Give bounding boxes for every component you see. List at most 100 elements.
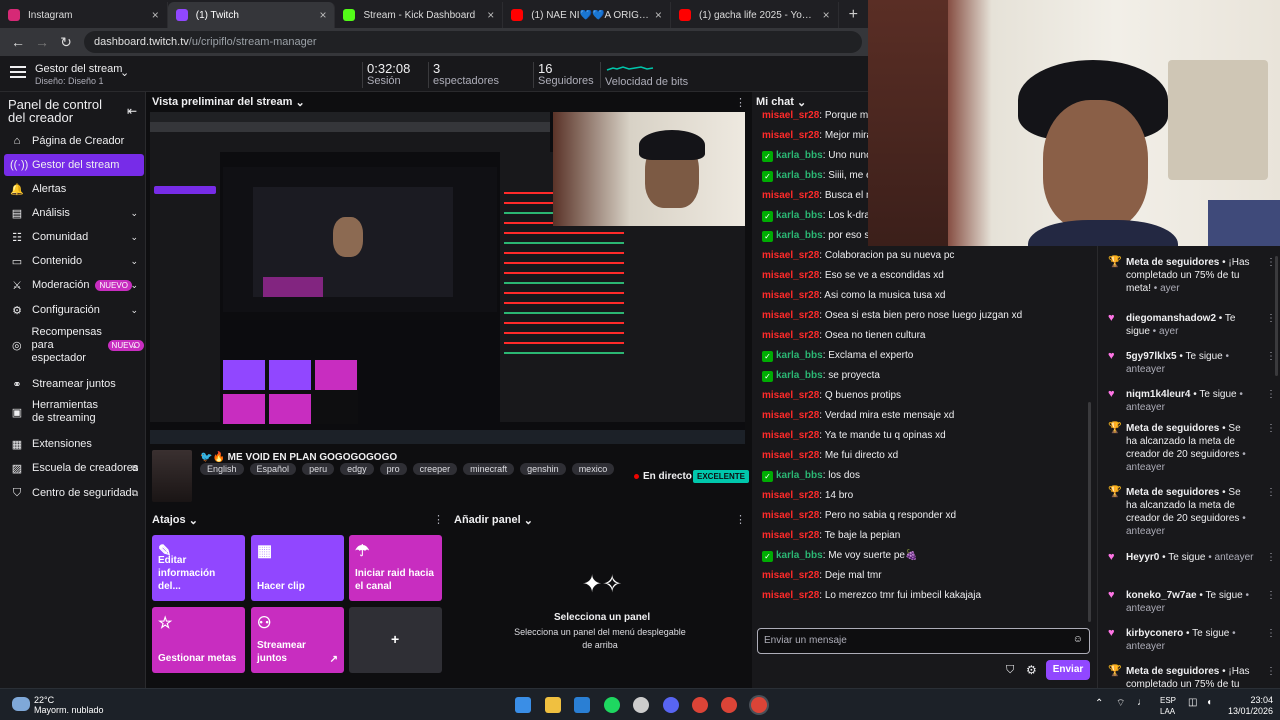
browser-tab[interactable]: Stream - Kick Dashboard × (335, 2, 504, 28)
sidebar-item[interactable]: ◎ Recompensas para espectador NUEVO ⌄ (4, 325, 144, 365)
stream-title[interactable]: 🐦🔥 ME VOID EN PLAN GOGOGOGOGO (200, 452, 397, 463)
browser-tab[interactable]: (1) gacha life 2025 - YouTube × (671, 2, 839, 28)
forward-icon[interactable]: → (30, 34, 54, 50)
wifi-icon[interactable]: ⌔ (1116, 697, 1125, 710)
sidebar-item[interactable]: ☷ Comunidad ⌄ (4, 226, 144, 248)
taskbar-clock[interactable]: 23:04 13/01/2026 (1228, 695, 1273, 717)
chrome-icon[interactable] (692, 697, 708, 713)
stream-thumbnail[interactable] (152, 450, 192, 502)
chat-message[interactable]: misael_sr28: 14 bro (762, 490, 853, 501)
spotify-icon[interactable] (604, 697, 620, 713)
chat-message[interactable]: ✓ karla_bbs: Exclama el experto (762, 350, 913, 362)
network-icon[interactable]: ◫ (1188, 697, 1197, 708)
shortcut-tile[interactable]: + (349, 607, 442, 673)
feed-item[interactable]: ♥ diegomanshadow2 • Te sigue • ayer ⋮ (1108, 312, 1276, 338)
chat-username[interactable]: misael_sr28 (762, 590, 819, 601)
discord-icon[interactable] (663, 697, 679, 713)
chat-message[interactable]: misael_sr28: Me fui directo xd (762, 450, 898, 461)
chat-username[interactable]: misael_sr28 (762, 250, 819, 261)
chat-message[interactable]: misael_sr28: Asi como la musica tusa xd (762, 290, 945, 301)
chat-message[interactable]: misael_sr28: Colaboracion pa su nueva pc (762, 250, 954, 261)
stream-tag[interactable]: creeper (412, 463, 458, 475)
chat-message[interactable]: ✓ karla_bbs: Uno nunc (762, 150, 871, 162)
chat-message[interactable]: ✓ karla_bbs: se proyecta (762, 370, 880, 382)
stream-tag[interactable]: English (200, 463, 244, 475)
stream-tag[interactable]: minecraft (463, 463, 515, 475)
sidebar-item[interactable]: ▨ Escuela de creadores ⧉ (4, 457, 144, 479)
emoji-icon[interactable]: ☺ (1073, 634, 1083, 645)
chat-username[interactable]: misael_sr28 (762, 310, 819, 321)
mic-icon[interactable]: ♩ (1137, 697, 1147, 708)
more-icon[interactable]: ⋮ (735, 513, 746, 526)
chat-message[interactable]: misael_sr28: Lo merezco tmr fui imbecil … (762, 590, 981, 601)
feed-scrollbar[interactable] (1275, 256, 1278, 376)
chat-message[interactable]: ✓ karla_bbs: por eso s (762, 230, 869, 242)
sidebar-item[interactable]: ⛉ Centro de seguridad ⧉ (4, 482, 144, 504)
chrome-icon[interactable] (721, 697, 737, 713)
close-icon[interactable]: × (487, 8, 494, 22)
chat-username[interactable]: misael_sr28 (762, 190, 819, 201)
chat-username[interactable]: misael_sr28 (762, 130, 819, 141)
send-button[interactable]: Enviar (1046, 660, 1090, 680)
chat-username[interactable]: misael_sr28 (762, 390, 819, 401)
menu-icon[interactable] (10, 66, 26, 80)
feed-item[interactable]: ♥ koneko_7w7ae • Te sigue • anteayer ⋮ (1108, 589, 1276, 615)
shortcut-tile[interactable]: ⚇ Streamear juntos ↗ (251, 607, 344, 673)
chat-username[interactable]: misael_sr28 (762, 450, 819, 461)
chat-username[interactable]: misael_sr28 (762, 570, 819, 581)
more-icon[interactable]: ⋮ (1266, 486, 1276, 499)
sidebar-item[interactable]: ▤ Análisis ⌄ (4, 202, 144, 224)
more-icon[interactable]: ⋮ (1266, 665, 1276, 678)
feed-item[interactable]: ♥ Heyyr0 • Te sigue • anteayer ⋮ (1108, 551, 1276, 564)
chat-username[interactable]: karla_bbs (776, 230, 823, 241)
chat-username[interactable]: misael_sr28 (762, 290, 819, 301)
browser-tab[interactable]: Instagram × (0, 2, 168, 28)
chat-username[interactable]: karla_bbs (776, 550, 823, 561)
close-icon[interactable]: × (319, 8, 326, 22)
sidebar-item[interactable]: ⌂ Página de Creador (4, 130, 144, 152)
language-indicator[interactable]: ESP LAA (1160, 695, 1176, 717)
chat-message[interactable]: ✓ karla_bbs: Siiii, me e (762, 170, 872, 182)
stream-tag[interactable]: genshin (520, 463, 566, 475)
shortcut-tile[interactable]: ✎ Editar información del... (152, 535, 245, 601)
more-icon[interactable]: ⋮ (1266, 551, 1276, 564)
chat-username[interactable]: misael_sr28 (762, 110, 819, 121)
github-icon[interactable] (633, 697, 649, 713)
shortcuts-header[interactable]: Atajos ⌄ (152, 510, 198, 530)
chat-username[interactable]: karla_bbs (776, 170, 823, 181)
browser-tab[interactable]: (1) Twitch × (167, 2, 336, 28)
shortcut-tile[interactable]: ▦ Hacer clip (251, 535, 344, 601)
chat-message[interactable]: misael_sr28: Ya te mande tu q opinas xd (762, 430, 946, 441)
chat-username[interactable]: misael_sr28 (762, 430, 819, 441)
feed-item[interactable]: 🏆 Meta de seguidores • Se ha alcanzado la… (1108, 486, 1276, 538)
chat-username[interactable]: misael_sr28 (762, 410, 819, 421)
chat-username[interactable]: misael_sr28 (762, 530, 819, 541)
weather-widget[interactable]: 22°C Mayorm. nublado (34, 695, 104, 715)
feed-item[interactable]: ♥ kirbyconero • Te sigue • anteayer ⋮ (1108, 627, 1276, 653)
chat-message[interactable]: misael_sr28: Mejor mira (762, 130, 872, 141)
start-icon[interactable] (515, 697, 531, 713)
chat-input[interactable]: Enviar un mensaje ☺ (757, 628, 1090, 654)
sidebar-item[interactable]: ▦ Extensiones (4, 433, 144, 455)
folder-icon[interactable] (545, 697, 561, 713)
gear-icon[interactable]: ⚙ (1026, 663, 1037, 677)
chat-username[interactable]: misael_sr28 (762, 270, 819, 281)
feed-item[interactable]: ♥ niqm1k4leur4 • Te sigue • anteayer ⋮ (1108, 388, 1276, 414)
monitor-icon[interactable] (574, 697, 590, 713)
shield-icon[interactable]: ⛉ (1006, 664, 1014, 677)
sidebar-item[interactable]: ▣ Herramientas de streaming (4, 397, 144, 427)
chat-message[interactable]: misael_sr28: Q buenos protips (762, 390, 901, 401)
reload-icon[interactable]: ↻ (54, 34, 78, 51)
chat-username[interactable]: misael_sr28 (762, 330, 819, 341)
shortcut-tile[interactable]: ☂ Iniciar raid hacia el canal (349, 535, 442, 601)
browser-tab[interactable]: (1) NAE NI💙💙A ORIGINAL S... × (503, 2, 671, 28)
chat-username[interactable]: misael_sr28 (762, 490, 819, 501)
sidebar-item[interactable]: ▭ Contenido ⌄ (4, 250, 144, 272)
chat-message[interactable]: misael_sr28: Verdad mira este mensaje xd (762, 410, 954, 421)
chevron-down-icon[interactable]: ⌄ (120, 66, 129, 79)
chat-username[interactable]: karla_bbs (776, 370, 823, 381)
stream-tag[interactable]: pro (379, 463, 407, 475)
sidebar-item[interactable]: 🔔 Alertas (4, 178, 144, 200)
sidebar-item[interactable]: ⚭ Streamear juntos (4, 373, 144, 395)
url-field[interactable]: dashboard.twitch.tv/u/cripiflo/stream-ma… (84, 31, 862, 53)
